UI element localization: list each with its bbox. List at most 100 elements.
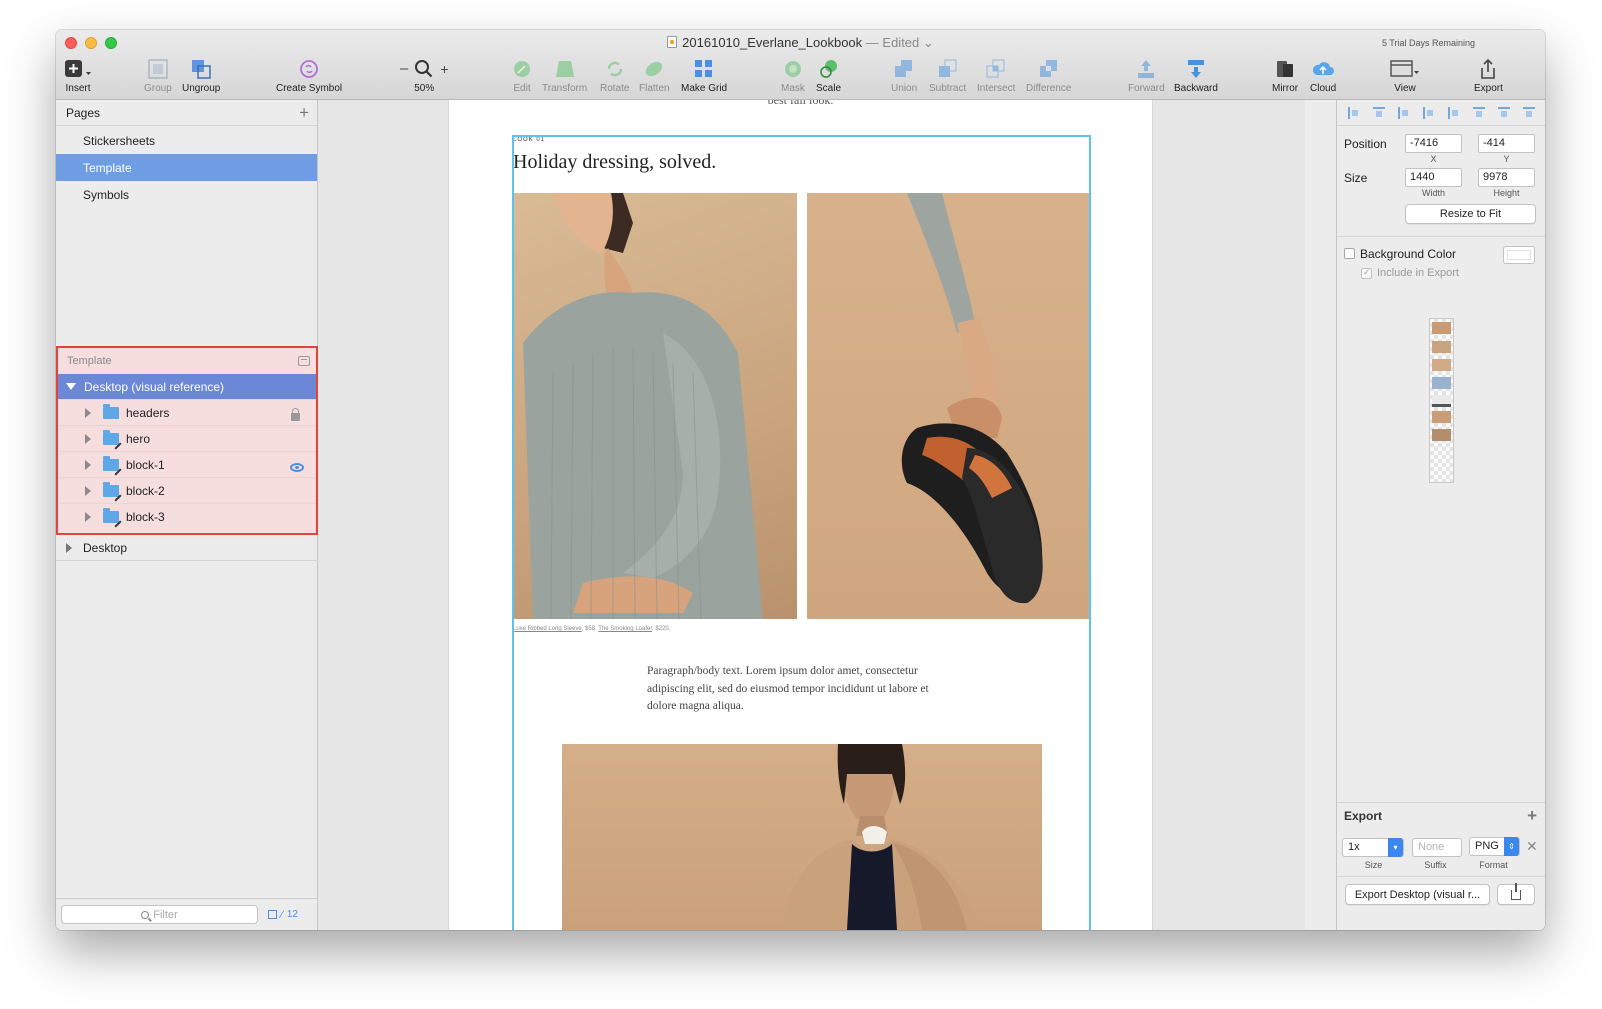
pages-header: Pages + — [56, 100, 317, 126]
remove-export-icon[interactable]: ✕ — [1526, 838, 1538, 855]
disclosure-right-icon[interactable] — [85, 407, 91, 418]
layer-filter-input[interactable]: Filter — [61, 905, 258, 924]
artboard-desktop[interactable]: best fall look. LOOK 01 Holiday dressing… — [448, 100, 1153, 930]
thumb-block — [1432, 411, 1451, 423]
folder-icon — [103, 403, 119, 419]
include-in-export-checkbox[interactable] — [1361, 267, 1372, 279]
edited-status: — Edited — [865, 35, 920, 50]
forward-button[interactable]: Forward — [1128, 56, 1165, 94]
export-toolbar-button[interactable]: Export — [1474, 56, 1503, 94]
align-left-icon[interactable] — [1397, 106, 1410, 119]
insert-button[interactable]: Insert — [64, 56, 92, 94]
x-caption: X — [1430, 154, 1437, 164]
page-item-symbols[interactable]: Symbols — [56, 181, 317, 208]
align-top-icon[interactable] — [1472, 106, 1485, 119]
symbol-filter-icon[interactable] — [268, 910, 277, 919]
height-caption: Height — [1493, 188, 1520, 198]
rotate-button[interactable]: Rotate — [600, 56, 629, 94]
zoom-out-button[interactable]: – — [400, 60, 408, 77]
ungroup-icon — [192, 59, 211, 79]
distribute-horizontal-icon[interactable] — [1347, 106, 1360, 119]
subtract-icon — [938, 59, 957, 77]
mirror-button[interactable]: Mirror — [1272, 56, 1298, 94]
layer-group-block-3[interactable]: block-3 — [58, 504, 316, 530]
export-suffix-input[interactable]: None — [1412, 838, 1462, 857]
eye-icon[interactable] — [290, 463, 304, 472]
export-format-select[interactable]: PNG ⇕ — [1469, 837, 1520, 856]
width-field[interactable]: 1440 — [1405, 168, 1462, 187]
edit-button[interactable]: Edit — [511, 56, 533, 94]
align-middle-vertical-icon[interactable] — [1497, 106, 1510, 119]
view-icon — [1390, 59, 1419, 77]
canvas[interactable]: best fall look. LOOK 01 Holiday dressing… — [318, 100, 1305, 930]
disclosure-right-icon[interactable] — [66, 542, 72, 553]
layer-group-hero[interactable]: hero — [58, 426, 316, 452]
page-item-stickersheets[interactable]: Stickersheets — [56, 127, 317, 154]
distribute-vertical-icon[interactable] — [1372, 106, 1385, 119]
cloud-button[interactable]: Cloud — [1310, 56, 1336, 94]
lock-icon[interactable] — [291, 408, 300, 421]
mask-button[interactable]: Mask — [781, 56, 805, 94]
add-page-icon[interactable]: + — [299, 104, 309, 121]
document-title[interactable]: 20161010_Everlane_Lookbook — Edited ⌄ — [56, 35, 1545, 51]
zoom-in-button[interactable]: + — [440, 61, 448, 77]
union-button[interactable]: Union — [891, 56, 917, 94]
mask-icon — [784, 60, 801, 77]
zoom-control[interactable]: – + 50% — [400, 56, 449, 94]
resize-to-fit-button[interactable]: Resize to Fit — [1405, 204, 1536, 224]
transform-button[interactable]: Transform — [542, 56, 587, 94]
disclosure-right-icon[interactable] — [85, 485, 91, 496]
union-icon — [895, 59, 913, 77]
artboard-selection-outline — [512, 135, 1091, 930]
scale-icon — [819, 59, 837, 78]
inspector-panel: Position -7416 X -414 Y Size 1440 Width … — [1336, 100, 1545, 930]
background-color-swatch[interactable] — [1503, 246, 1535, 264]
page-item-template[interactable]: Template — [56, 154, 317, 181]
view-button[interactable]: View — [1390, 56, 1420, 94]
intersect-button[interactable]: Intersect — [977, 56, 1015, 94]
add-export-icon[interactable]: + — [1527, 807, 1537, 824]
scale-button[interactable]: Scale — [816, 56, 841, 94]
layer-group-block-2[interactable]: block-2 — [58, 478, 316, 504]
mirror-device-icon — [1277, 60, 1294, 77]
position-x-field[interactable]: -7416 — [1405, 134, 1462, 153]
align-right-icon[interactable] — [1447, 106, 1460, 119]
include-in-export-label: Include in Export — [1377, 267, 1459, 279]
export-artboard-button[interactable]: Export Desktop (visual r... — [1345, 884, 1490, 905]
chevron-down-icon[interactable]: ⌄ — [923, 35, 934, 50]
layer-group-block-1[interactable]: block-1 — [58, 452, 316, 478]
disclosure-right-icon[interactable] — [85, 512, 91, 522]
group-icon — [148, 58, 168, 79]
collapse-all-icon[interactable] — [298, 356, 310, 366]
create-symbol-button[interactable]: Create Symbol — [276, 56, 342, 94]
layer-artboard-desktop[interactable]: Desktop — [56, 535, 318, 561]
layer-artboard-desktop-visual-reference[interactable]: Desktop (visual reference) — [58, 374, 316, 400]
share-icon — [1511, 882, 1521, 900]
backward-button[interactable]: Backward — [1174, 56, 1218, 94]
export-format-caption: Format — [1479, 860, 1508, 870]
align-bottom-icon[interactable] — [1522, 106, 1535, 119]
make-grid-button[interactable]: Make Grid — [681, 56, 727, 94]
subtract-button[interactable]: Subtract — [929, 56, 966, 94]
align-center-horizontal-icon[interactable] — [1422, 106, 1435, 119]
layer-group-headers[interactable]: headers — [58, 400, 316, 426]
export-size-select[interactable]: 1x ▾ — [1342, 838, 1404, 857]
brush-filter-icon[interactable]: ⁄ — [281, 909, 283, 921]
disclosure-down-icon[interactable] — [66, 383, 76, 390]
ungroup-button[interactable]: Ungroup — [182, 56, 220, 94]
cloud-icon — [1312, 61, 1335, 75]
position-y-field[interactable]: -414 — [1478, 134, 1535, 153]
export-share-button[interactable] — [1497, 882, 1535, 905]
flatten-icon — [646, 61, 663, 76]
difference-button[interactable]: Difference — [1026, 56, 1071, 94]
inspector-divider — [1337, 236, 1545, 237]
flatten-button[interactable]: Flatten — [639, 56, 670, 94]
disclosure-right-icon[interactable] — [85, 459, 91, 470]
disclosure-right-icon[interactable] — [85, 433, 91, 444]
trial-notice[interactable]: 5 Trial Days Remaining — [1382, 38, 1475, 48]
height-field[interactable]: 9978 — [1478, 168, 1535, 187]
group-button[interactable]: Group — [144, 56, 172, 94]
background-color-checkbox[interactable] — [1344, 248, 1355, 259]
layer-list-highlight: Template Desktop (visual reference) head… — [56, 346, 318, 535]
filter-options[interactable]: ⁄ 12 — [268, 909, 298, 921]
